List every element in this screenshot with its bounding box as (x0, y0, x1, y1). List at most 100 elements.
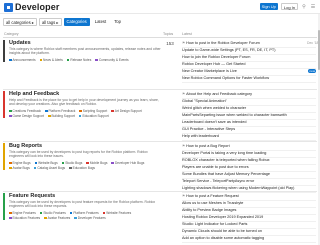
subcategory-color-swatch (9, 58, 12, 62)
subcategory-color-swatch (78, 114, 82, 118)
topic-time: Dec '18 (307, 41, 319, 46)
subcategory-color-swatch (44, 216, 47, 220)
subcategory-color-swatch (39, 58, 43, 62)
subcategory-name: Website Features (106, 210, 132, 215)
subcategory-color-swatch (9, 161, 12, 165)
sign-up-button[interactable]: Sign Up (259, 3, 278, 10)
subcategory-name: Engine Features (12, 210, 36, 215)
tab-top[interactable]: Top (111, 18, 124, 26)
subcategory-link[interactable]: Website Features (102, 210, 132, 215)
pin-icon: ⚑ (182, 92, 186, 97)
subcategory-link[interactable]: Art Design Support (111, 108, 142, 113)
subcategory-color-swatch (69, 211, 73, 215)
subcategory-color-swatch (69, 166, 72, 170)
subcategory-color-swatch (9, 211, 12, 215)
subcategory-link[interactable]: News & Alerts (39, 58, 63, 62)
site-logo[interactable]: Developer (4, 2, 59, 12)
subcategory-link[interactable]: Education Bugs (69, 166, 95, 170)
subcategory-color-swatch (86, 161, 89, 165)
subcategory-name: Community & Events (98, 57, 129, 62)
subcategory-link[interactable]: Avatar Bugs (9, 166, 30, 170)
category-title[interactable]: Bug Reports (9, 143, 163, 150)
subcategory-link[interactable]: Education Support (78, 113, 109, 118)
subcategory-link[interactable]: Platform Features (69, 210, 99, 215)
subcategory-color-swatch (111, 161, 114, 165)
subcategory-name: Platform Features (73, 210, 99, 215)
hamburger-menu-icon[interactable]: ☰ (310, 4, 316, 10)
subcategory-link[interactable]: Engine Bugs (9, 161, 31, 165)
subcategory-link[interactable]: Announcements (9, 58, 36, 62)
category-title[interactable]: Feature Requests (9, 193, 163, 200)
category-block[interactable]: Updates This category is where Roblox sta… (3, 40, 163, 62)
subcategory-link[interactable]: Developer Hub Bugs (111, 161, 144, 165)
subcategory-link[interactable]: Scripting Support (79, 109, 107, 113)
category-block[interactable]: Help and Feedback Help and Feedback is th… (3, 91, 163, 118)
subcategory-link[interactable]: Building Support (48, 114, 75, 118)
category-filter-dropdown[interactable]: all categories ▸ (3, 18, 37, 26)
subcategory-link[interactable]: Education Features (9, 216, 40, 220)
subcategory-color-swatch (74, 216, 77, 220)
subcategory-name: Avatar Bugs (12, 165, 30, 170)
tab-categories[interactable]: Categories (63, 18, 90, 26)
category-description: This category can be used by developers … (9, 200, 156, 209)
subcategory-list: Engine Bugs Website Bugs Studio Bugs Mobile… (9, 161, 163, 170)
subcategory-name: Education Features (12, 215, 41, 220)
subcategory-name: Developer Features (77, 215, 106, 220)
subcategory-link[interactable]: Avatar Features (44, 216, 70, 220)
subcategory-link[interactable]: Mobile Bugs (86, 161, 107, 165)
header-actions: Sign Up Log In ⚲ ☰ (259, 3, 316, 10)
site-header: Developer Sign Up Log In ⚲ ☰ (0, 0, 320, 14)
category-title[interactable]: Updates (9, 40, 163, 47)
subcategory-name: Game Design Support (12, 113, 45, 118)
subcategory-color-swatch (9, 114, 12, 118)
subcategory-link[interactable]: Game Design Support (9, 114, 44, 118)
topic-separator (182, 241, 316, 243)
subcategory-color-swatch (9, 216, 12, 220)
subcategory-name: Art Design Support (114, 108, 142, 113)
subcategory-link[interactable]: Creations Feedback (9, 109, 41, 113)
category-title[interactable]: Help and Feedback (9, 91, 163, 98)
subcategory-list: Announcements News & Alerts Release Notes C… (9, 58, 163, 62)
subcategory-name: Catalog Asset Bugs (37, 165, 66, 170)
subcategory-color-swatch (66, 58, 70, 62)
subcategory-link[interactable]: Release Notes (66, 58, 91, 62)
subcategory-name: Education Support (82, 113, 109, 118)
subcategory-color-swatch (33, 166, 37, 170)
subcategory-link[interactable]: Website Bugs (34, 161, 58, 165)
subcategory-link[interactable]: Platform Feedback (45, 109, 75, 113)
pin-icon: ⚑ (182, 194, 186, 199)
subcategory-name: Studio Bugs (65, 160, 83, 165)
subcategory-link[interactable]: Catalog Asset Bugs (33, 165, 66, 170)
category-separator (3, 141, 317, 142)
subcategory-link[interactable]: Community & Events (95, 57, 129, 62)
category-description: Help and Feedback is the place for you t… (9, 98, 159, 107)
category-block[interactable]: Feature Requests This category can be use… (3, 193, 163, 220)
tab-latest[interactable]: Latest (92, 18, 109, 26)
subcategory-color-swatch (9, 166, 12, 170)
subcategory-link[interactable]: Developer Features (74, 216, 106, 220)
new-badge: new (308, 69, 316, 74)
subcategory-name: Developer Hub Bugs (114, 160, 145, 165)
subcategory-link[interactable]: Studio Features (39, 210, 66, 215)
category-block[interactable]: Bug Reports This category can be used by … (3, 143, 163, 170)
category-description: This category can be used by developers … (9, 150, 148, 159)
subcategory-name: Studio Features (43, 210, 66, 215)
subcategory-color-swatch (79, 109, 82, 113)
subcategory-color-swatch (45, 109, 48, 113)
subcategory-name: Engine Bugs (12, 160, 31, 165)
subcategory-name: Creations Feedback (12, 108, 42, 113)
subcategory-link[interactable]: Engine Features (9, 211, 36, 215)
pin-icon: ⚑ (182, 144, 186, 149)
subcategory-color-swatch (39, 211, 43, 215)
header-divider (3, 37, 317, 38)
navigation-bar: all categories ▸ all tags ▸ Categories L… (3, 18, 124, 26)
subcategory-link[interactable]: Studio Bugs (61, 160, 83, 165)
search-icon[interactable]: ⚲ (301, 4, 307, 10)
tag-filter-dropdown[interactable]: all tags ▸ (38, 18, 62, 26)
forum-page: Developer Sign Up Log In ⚲ ☰ all categor… (0, 0, 320, 245)
subcategory-color-swatch (111, 109, 114, 113)
subcategory-color-swatch (95, 58, 98, 62)
log-in-button[interactable]: Log In (280, 3, 298, 10)
subcategory-color-swatch (102, 211, 106, 215)
subcategory-name: Mobile Bugs (89, 160, 108, 165)
